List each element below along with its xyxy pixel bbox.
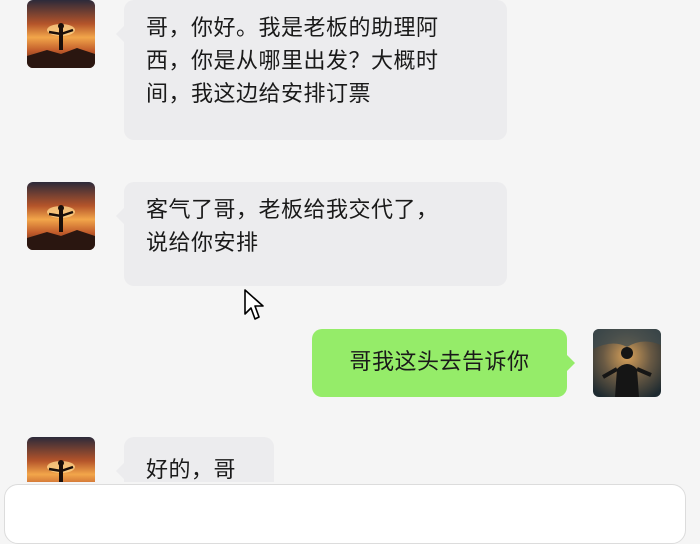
contact-avatar[interactable] [27,182,95,250]
message-bubble-outgoing[interactable]: 哥我这头去告诉你 [312,329,575,397]
message-input-box[interactable] [4,484,686,544]
sunset-figure-avatar-icon [27,182,95,250]
message-line: 客气了哥，老板给我交代了， [146,198,439,223]
dark-figure-avatar-icon [593,329,661,397]
message-line: 西，你是从哪里出发？大概时 [146,49,439,74]
contact-avatar[interactable] [27,0,95,68]
message-bubble-incoming[interactable]: 哥，你好。我是老板的助理阿 西，你是从哪里出发？大概时 间，我这边给安排订票 [116,0,507,140]
contact-avatar[interactable] [27,437,95,482]
scrollbar[interactable] [692,0,700,482]
chat-message-list[interactable]: 哥，你好。我是老板的助理阿 西，你是从哪里出发？大概时 间，我这边给安排订票 客… [0,0,700,482]
sunset-figure-avatar-icon [27,0,95,68]
message-line: 哥，你好。我是老板的助理阿 [146,16,439,41]
message-bubble-incoming[interactable]: 好的，哥 [116,437,274,482]
message-bubble-incoming[interactable]: 客气了哥，老板给我交代了， 说给你安排 [116,182,507,286]
message-line: 好的，哥 [146,458,237,482]
sunset-figure-avatar-icon [27,437,95,482]
message-line: 说给你安排 [146,231,259,256]
user-avatar[interactable] [593,329,661,397]
message-line: 哥我这头去告诉你 [349,350,530,375]
cursor-arrow-icon [244,289,264,320]
message-line: 间，我这边给安排订票 [146,82,372,107]
